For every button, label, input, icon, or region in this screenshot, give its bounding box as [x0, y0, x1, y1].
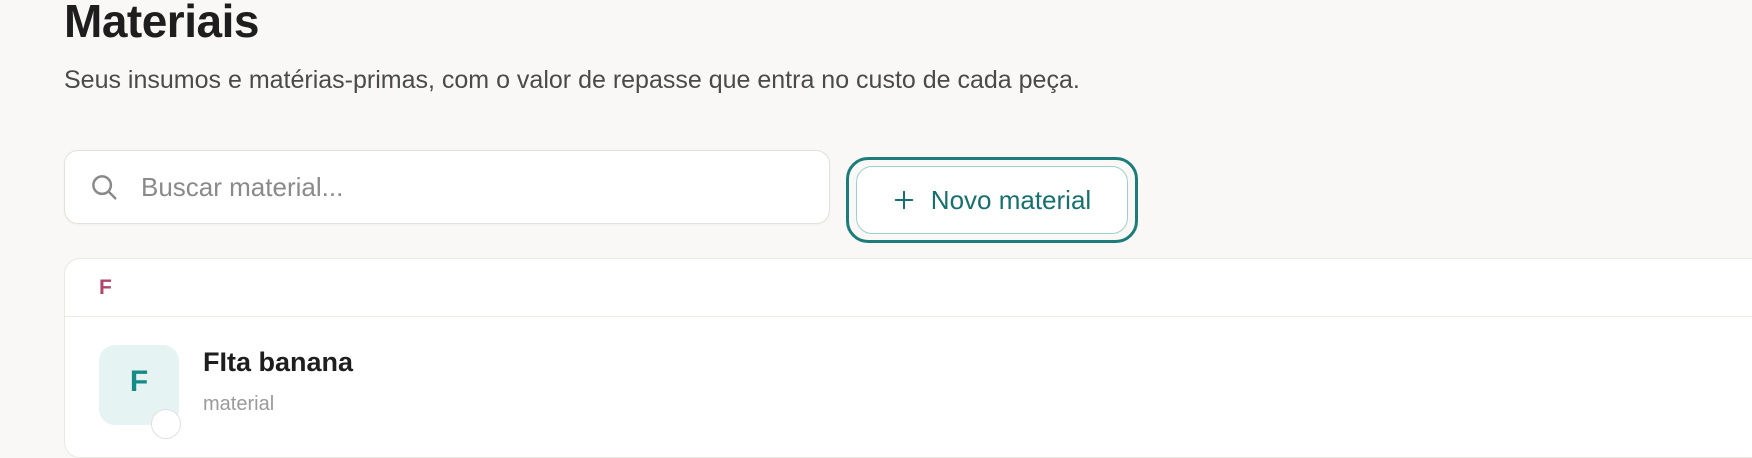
avatar-badge — [151, 409, 181, 439]
page-subtitle: Seus insumos e matérias-primas, com o va… — [64, 66, 1080, 94]
plus-icon — [894, 190, 914, 210]
search-box[interactable] — [64, 150, 830, 224]
new-material-button[interactable]: Novo material — [856, 166, 1128, 234]
page-title: Materiais — [64, 0, 259, 47]
new-material-label: Novo material — [930, 184, 1092, 215]
list-item[interactable]: F FIta banana material — [65, 317, 1752, 439]
group-letter: F — [99, 275, 112, 299]
search-input[interactable] — [139, 170, 743, 204]
search-icon — [92, 175, 117, 200]
item-type: material — [203, 393, 275, 415]
materials-list: F F FIta banana material — [64, 258, 1752, 458]
group-header-f: F — [65, 259, 1752, 317]
new-material-button-focus-ring: Novo material — [846, 157, 1138, 243]
item-name: FIta banana — [203, 347, 354, 377]
avatar-initial: F — [129, 365, 149, 398]
